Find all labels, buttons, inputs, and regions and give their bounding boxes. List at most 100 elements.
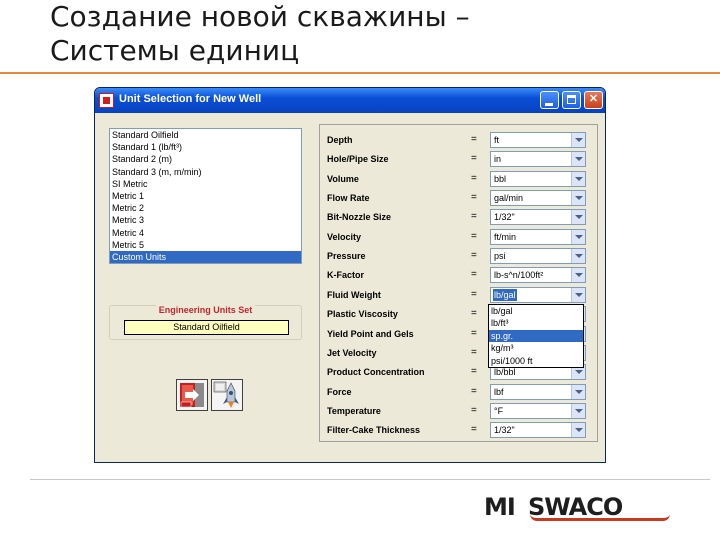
unit-select[interactable]: 1/32" bbox=[490, 422, 586, 439]
unit-value: bbl bbox=[494, 173, 507, 184]
equals-sign: = bbox=[471, 269, 477, 281]
dropdown-option[interactable]: kg/m³ bbox=[489, 342, 583, 354]
unit-label: Fluid Weight bbox=[327, 289, 381, 300]
unit-value: ft bbox=[494, 135, 500, 145]
units-panel: Depth = ft Hole/Pipe Size = in Volume = bbl Flow … bbox=[319, 124, 598, 442]
exit-door-icon bbox=[180, 383, 204, 408]
maximize-icon bbox=[567, 95, 576, 104]
unit-row: Bit-Nozzle Size = 1/32" bbox=[320, 209, 597, 228]
preset-item[interactable]: Metric 2 bbox=[110, 202, 301, 214]
chevron-down-icon[interactable] bbox=[571, 152, 585, 167]
fluid-weight-dropdown-list[interactable]: lb/gal lb/ft³ sp.gr. kg/m³ psi/1000 ft bbox=[488, 304, 584, 368]
preset-item[interactable]: Metric 5 bbox=[110, 239, 301, 251]
preset-item[interactable]: Standard Oilfield bbox=[110, 129, 301, 141]
unit-label: Velocity bbox=[327, 231, 362, 242]
unit-value: in bbox=[494, 154, 502, 165]
unit-select[interactable]: bbl bbox=[490, 170, 586, 187]
logo-swoosh-icon bbox=[530, 514, 670, 521]
chevron-down-icon[interactable] bbox=[571, 384, 585, 399]
unit-select[interactable]: ft/min bbox=[490, 228, 586, 245]
chevron-down-icon[interactable] bbox=[571, 171, 585, 186]
chevron-down-icon[interactable] bbox=[571, 268, 585, 283]
preset-item[interactable]: Standard 3 (m, m/min) bbox=[110, 166, 301, 178]
minimize-button[interactable] bbox=[540, 91, 559, 109]
chevron-down-icon[interactable] bbox=[571, 403, 585, 418]
unit-selection-window: Unit Selection for New Well ✕ Standard O… bbox=[94, 87, 606, 463]
unit-label: Flow Rate bbox=[327, 193, 370, 204]
exit-button[interactable] bbox=[176, 379, 208, 411]
unit-select[interactable]: lb-s^n/100ft² bbox=[490, 267, 586, 284]
title-divider bbox=[0, 72, 720, 74]
window-titlebar[interactable]: Unit Selection for New Well ✕ bbox=[95, 88, 605, 113]
mi-swaco-logo: MI SWACO bbox=[484, 491, 674, 523]
close-button[interactable]: ✕ bbox=[584, 91, 603, 109]
unit-label: Product Concentration bbox=[327, 367, 425, 378]
unit-row: Filter-Cake Thickness = 1/32" bbox=[320, 422, 597, 441]
preset-item[interactable]: Metric 3 bbox=[110, 214, 301, 226]
unit-label: Volume bbox=[327, 173, 359, 184]
unit-select[interactable]: °F bbox=[490, 402, 586, 419]
unit-value: 1/32" bbox=[494, 212, 515, 223]
unit-label: Bit-Nozzle Size bbox=[327, 212, 392, 223]
equals-sign: = bbox=[471, 327, 477, 339]
window-title: Unit Selection for New Well bbox=[119, 93, 262, 105]
unit-select[interactable]: lbf bbox=[490, 383, 586, 400]
unit-select[interactable]: ft bbox=[490, 132, 586, 148]
preset-unit-list[interactable]: Standard Oilfield Standard 1 (lb/ft³) Stan… bbox=[109, 128, 302, 264]
dropdown-option[interactable]: lb/ft³ bbox=[489, 317, 583, 329]
preset-item[interactable]: Standard 2 (m) bbox=[110, 153, 301, 165]
equals-sign: = bbox=[471, 134, 477, 145]
unit-label: Plastic Viscosity bbox=[327, 309, 398, 320]
maximize-button[interactable] bbox=[562, 91, 581, 109]
slide-title-line-1: Создание новой скважины – bbox=[50, 0, 470, 33]
unit-value: lb-s^n/100ft² bbox=[494, 270, 544, 281]
equals-sign: = bbox=[471, 404, 477, 416]
unit-label: Yield Point and Gels bbox=[327, 328, 414, 339]
preset-item[interactable]: Standard 1 (lb/ft³) bbox=[110, 141, 301, 153]
preset-item[interactable]: Metric 1 bbox=[110, 190, 301, 202]
dropdown-option[interactable]: psi/1000 ft bbox=[489, 355, 583, 367]
engineering-units-field[interactable]: Standard Oilfield bbox=[124, 320, 289, 335]
minimize-icon bbox=[545, 103, 553, 106]
unit-select[interactable]: gal/min bbox=[490, 190, 586, 207]
chevron-down-icon[interactable] bbox=[571, 133, 585, 147]
preset-item[interactable]: SI Metric bbox=[110, 178, 301, 190]
unit-value: lb/gal bbox=[493, 288, 517, 301]
unit-row: Fluid Weight = lb/gal bbox=[320, 286, 597, 306]
dropdown-option[interactable]: lb/gal bbox=[489, 305, 583, 317]
unit-row: Pressure = psi bbox=[320, 248, 597, 267]
unit-select[interactable]: 1/32" bbox=[490, 209, 586, 226]
ok-button[interactable] bbox=[211, 379, 243, 411]
unit-label: Depth bbox=[327, 135, 353, 145]
unit-row: K-Factor = lb-s^n/100ft² bbox=[320, 267, 597, 286]
preset-item[interactable]: Metric 4 bbox=[110, 227, 301, 239]
unit-label: Hole/Pipe Size bbox=[327, 154, 389, 165]
equals-sign: = bbox=[471, 424, 477, 436]
unit-select[interactable]: psi bbox=[490, 248, 586, 265]
unit-label: Temperature bbox=[327, 405, 381, 416]
equals-sign: = bbox=[471, 385, 477, 397]
engineering-units-title: Engineering Units Set bbox=[155, 305, 256, 315]
unit-select[interactable]: in bbox=[490, 151, 586, 168]
equals-sign: = bbox=[471, 230, 477, 242]
unit-label: Force bbox=[327, 386, 352, 397]
chevron-down-icon[interactable] bbox=[571, 287, 585, 302]
equals-sign: = bbox=[471, 172, 477, 184]
unit-label: Jet Velocity bbox=[327, 347, 377, 358]
unit-value: gal/min bbox=[494, 193, 524, 204]
app-icon bbox=[99, 93, 114, 108]
unit-label: K-Factor bbox=[327, 270, 365, 281]
chevron-down-icon[interactable] bbox=[571, 210, 585, 225]
slide-title-line-2: Системы единиц bbox=[50, 34, 300, 67]
slide-title: Создание новой скважины – Системы единиц bbox=[50, 0, 670, 68]
chevron-down-icon[interactable] bbox=[571, 249, 585, 264]
preset-item[interactable]: Custom Units bbox=[110, 250, 301, 264]
footer-divider bbox=[30, 479, 710, 480]
dropdown-option[interactable]: sp.gr. bbox=[489, 329, 583, 343]
chevron-down-icon[interactable] bbox=[571, 191, 585, 206]
chevron-down-icon[interactable] bbox=[571, 229, 585, 244]
unit-row: Volume = bbl bbox=[320, 170, 597, 190]
unit-row: Hole/Pipe Size = in bbox=[320, 151, 597, 170]
chevron-down-icon[interactable] bbox=[571, 423, 585, 438]
unit-select[interactable]: lb/gal bbox=[490, 286, 586, 303]
